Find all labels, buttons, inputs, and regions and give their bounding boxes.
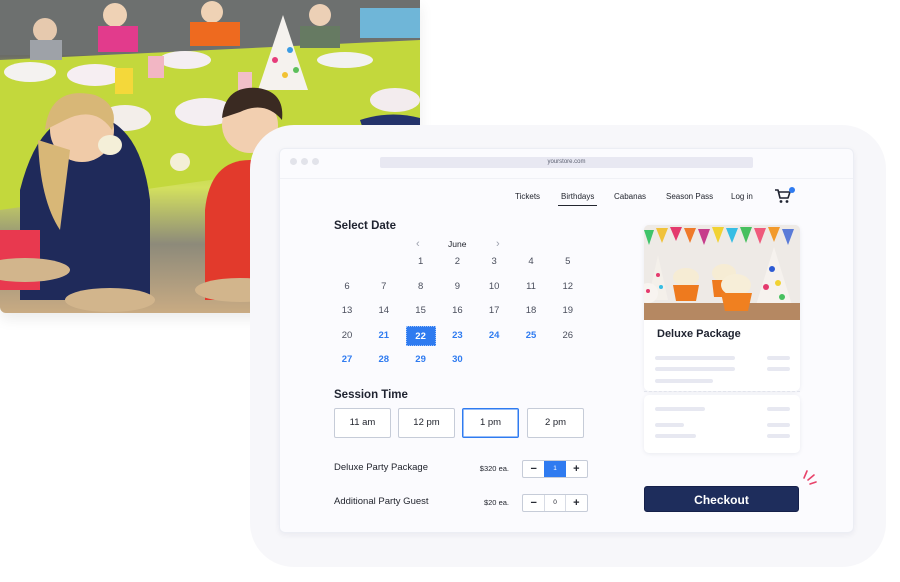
calendar-day: 9: [454, 280, 461, 292]
skeleton-line: [767, 434, 790, 438]
calendar-day-available[interactable]: 25: [516, 326, 546, 346]
checkout-button[interactable]: Checkout: [644, 486, 799, 512]
nav-tickets[interactable]: Tickets: [515, 192, 540, 201]
calendar-day: 5: [565, 256, 571, 267]
nav-season-pass[interactable]: Season Pass: [666, 192, 713, 201]
calendar-day-available[interactable]: 21: [369, 326, 399, 346]
item-label-deluxe-package: Deluxe Party Package: [334, 462, 428, 473]
calendar-day: 1: [417, 256, 424, 267]
browser-window: yourstore.com Tickets Birthdays Cabanas …: [279, 148, 854, 533]
skeleton-line: [655, 407, 705, 411]
quantity-value[interactable]: 1: [544, 461, 566, 477]
browser-chrome: yourstore.com: [280, 149, 853, 179]
session-time-option[interactable]: 2 pm: [527, 408, 584, 438]
session-time-option[interactable]: 11 am: [334, 408, 391, 438]
skeleton-line: [767, 356, 790, 360]
select-date-heading: Select Date: [334, 220, 397, 232]
card-divider: [644, 391, 800, 392]
calendar-day: 6: [344, 280, 350, 292]
skeleton-line: [655, 367, 735, 371]
calendar-day: 15: [415, 305, 426, 317]
calendar-day: 3: [491, 256, 497, 267]
chevron-left-icon[interactable]: ‹: [416, 238, 420, 250]
increment-button[interactable]: +: [566, 461, 587, 477]
calendar-day-available[interactable]: 27: [332, 350, 362, 370]
nav-log-in[interactable]: Log in: [731, 192, 753, 201]
calendar-day-selected[interactable]: 22: [405, 325, 436, 346]
calendar-day: 4: [528, 256, 534, 267]
skeleton-line: [767, 423, 790, 427]
window-dot-minimize[interactable]: [301, 158, 308, 165]
calendar-day: 26: [562, 329, 574, 341]
calendar-day-available[interactable]: 24: [479, 326, 509, 346]
calendar-day: 17: [488, 305, 500, 317]
calendar-day-available[interactable]: 23: [442, 326, 472, 346]
calendar-day: 19: [562, 305, 574, 317]
window-dot-maximize[interactable]: [312, 158, 319, 165]
url-bar[interactable]: yourstore.com: [380, 157, 753, 168]
quantity-stepper-deluxe-package: − 1 +: [522, 460, 588, 478]
decrement-button[interactable]: −: [523, 495, 544, 511]
skeleton-line: [767, 407, 790, 411]
month-navigator: ‹ June ›: [414, 238, 504, 250]
cart-badge: [789, 187, 795, 193]
quantity-stepper-additional-guest: − 0 +: [522, 494, 588, 512]
calendar-day: 16: [452, 305, 463, 317]
calendar-day: 2: [454, 256, 461, 267]
window-dot-close[interactable]: [290, 158, 297, 165]
calendar-day: 20: [341, 329, 353, 341]
decrement-button[interactable]: −: [523, 461, 544, 477]
cupcakes-illustration: [644, 225, 800, 320]
quantity-value[interactable]: 0: [544, 495, 566, 511]
skeleton-line: [655, 379, 713, 383]
session-time-option[interactable]: 1 pm: [462, 408, 519, 438]
calendar-day: 11: [526, 280, 536, 292]
nav-birthdays[interactable]: Birthdays: [557, 192, 598, 206]
calendar-day: 8: [417, 280, 424, 292]
calendar-day: 7: [381, 280, 387, 292]
package-title: Deluxe Package: [657, 328, 741, 340]
session-time-option[interactable]: 12 pm: [398, 408, 455, 438]
calendar-day: 12: [562, 280, 574, 292]
calendar-day-available[interactable]: 30: [442, 350, 472, 370]
item-label-additional-guest: Additional Party Guest: [334, 496, 429, 507]
calendar-day: 13: [341, 305, 353, 317]
nav-cabanas[interactable]: Cabanas: [614, 192, 646, 201]
calendar-day-available[interactable]: 29: [406, 350, 436, 370]
skeleton-line: [655, 423, 684, 427]
window-controls: [290, 158, 319, 165]
skeleton-line: [655, 356, 735, 360]
item-price-deluxe-package: $320 ea.: [479, 464, 509, 473]
item-price-additional-guest: $20 ea.: [483, 498, 509, 507]
increment-button[interactable]: +: [566, 495, 587, 511]
month-label: June: [448, 239, 467, 249]
chevron-right-icon[interactable]: ›: [496, 238, 500, 250]
package-card[interactable]: Deluxe Package: [644, 225, 800, 391]
skeleton-line: [655, 434, 696, 438]
package-image: [644, 225, 800, 320]
site-nav: Tickets Birthdays Cabanas Season Pass Lo…: [280, 192, 853, 212]
skeleton-line: [767, 367, 790, 371]
session-time-heading: Session Time: [334, 389, 408, 401]
calendar-day: 18: [525, 305, 537, 317]
calendar-day-available[interactable]: 28: [369, 350, 399, 370]
package-summary-card: [644, 395, 800, 453]
sparkle-icon: [803, 470, 817, 485]
calendar-day: 10: [488, 280, 500, 292]
calendar-day: 14: [378, 305, 390, 317]
